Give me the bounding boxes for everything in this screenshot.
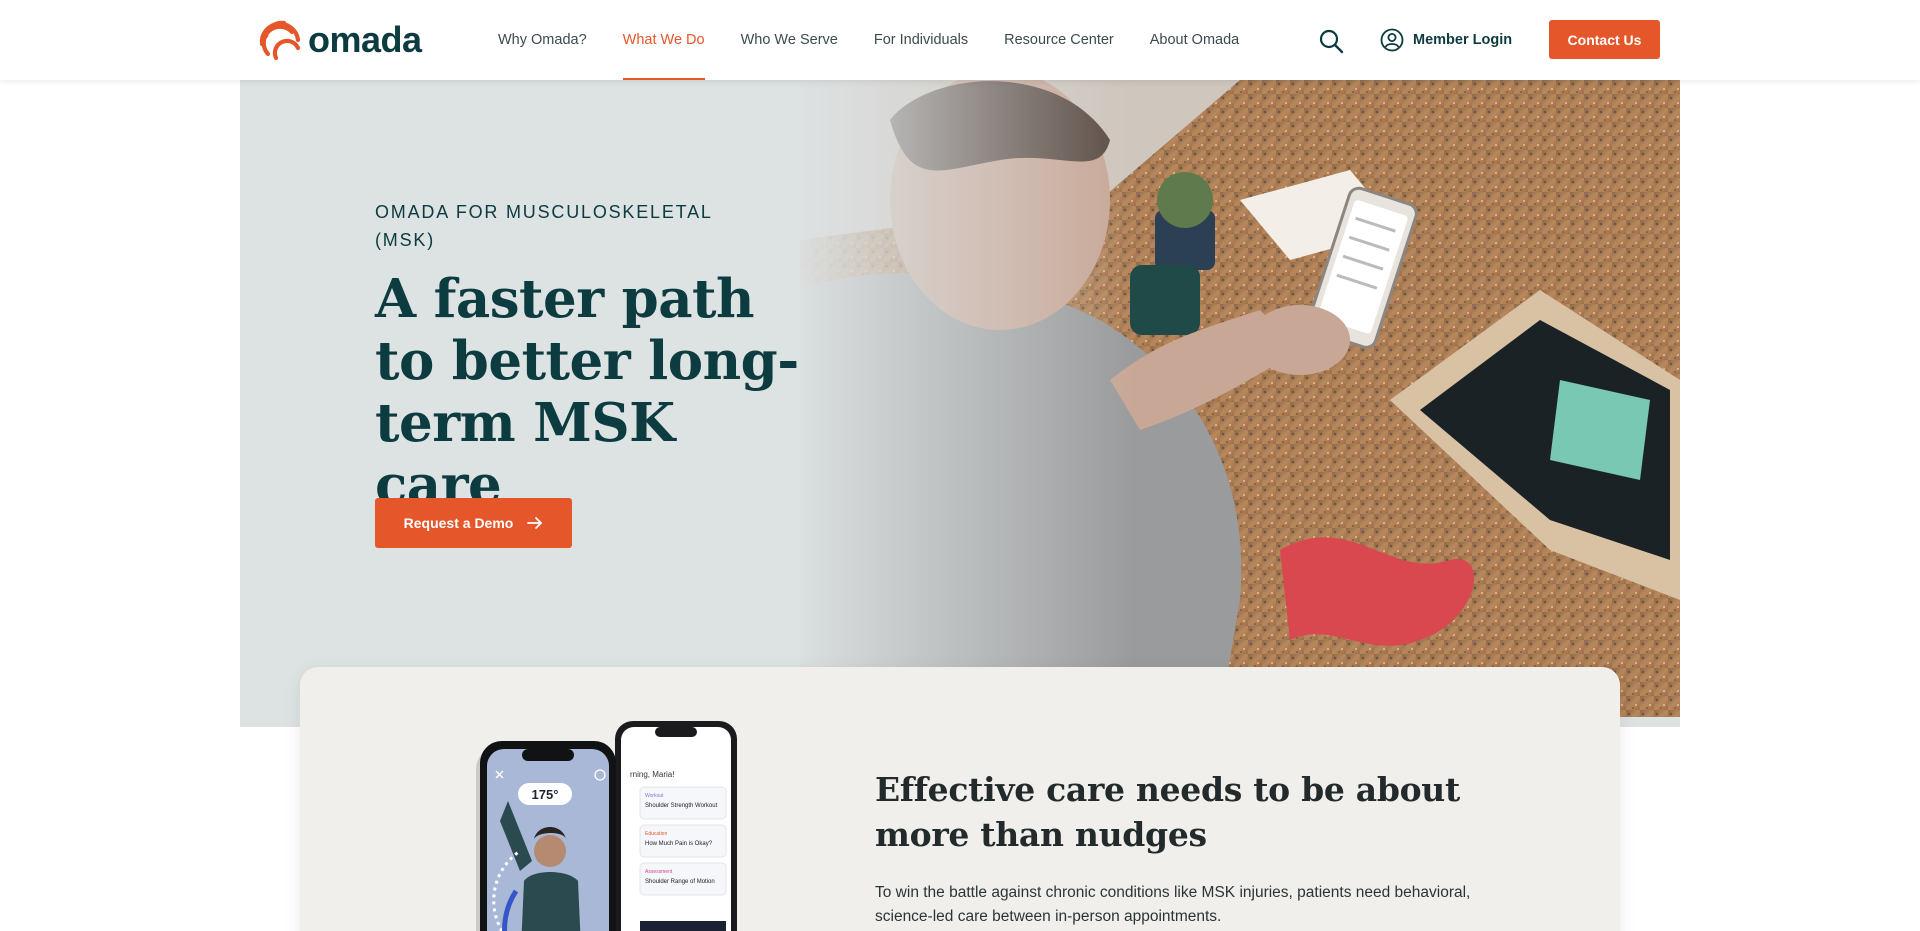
feature-body: To win the battle against chronic condit… (875, 884, 1471, 925)
phone-item-tag: Education (645, 831, 667, 837)
request-demo-button[interactable]: Request a Demo (375, 498, 572, 548)
feature-title: Effective care needs to be about more th… (875, 770, 1460, 854)
nav-item-for-individuals[interactable]: For Individuals (874, 0, 968, 80)
main-nav: Why Omada? What We Do Who We Serve For I… (498, 0, 1275, 80)
phone-angle-readout: 175° (532, 787, 559, 802)
contact-us-button[interactable]: Contact Us (1549, 20, 1660, 59)
hero-eyebrow: OMADA FOR MUSCULOSKELETAL (MSK) (375, 202, 713, 250)
phone-greeting: rning, Maria! (630, 770, 674, 779)
nav-item-about-omada[interactable]: About Omada (1150, 0, 1239, 80)
feature-card: rning, Maria! Workout Shoulder Strength … (300, 667, 1620, 931)
user-circle-icon (1380, 28, 1404, 52)
request-demo-label: Request a Demo (403, 515, 514, 531)
nav-item-who-we-serve[interactable]: Who We Serve (741, 0, 838, 80)
nav-item-why-omada[interactable]: Why Omada? (498, 0, 587, 80)
app-phones-illustration: rning, Maria! Workout Shoulder Strength … (476, 721, 737, 931)
phone-item-tag: Workout (645, 793, 664, 799)
hero-title: A faster path to better long-term MSK ca… (375, 268, 799, 516)
phone-item-title: Shoulder Range of Motion (645, 879, 715, 885)
nav-item-resource-center[interactable]: Resource Center (1004, 0, 1114, 80)
arrow-right-icon (527, 517, 543, 529)
phone-item-title: How Much Pain is Okay? (645, 841, 713, 847)
nav-item-what-we-do[interactable]: What We Do (622, 0, 705, 80)
logo-wordmark: omada (308, 19, 422, 60)
phone-item-tag: Assessment (645, 869, 673, 875)
hero-section: OMADA FOR MUSCULOSKELETAL (MSK) A faster… (240, 80, 1680, 727)
site-header: omada Why Omada? What We Do Who We Serve… (0, 0, 1920, 80)
omada-logo-mark-icon (259, 20, 301, 61)
phone-item-title: Shoulder Strength Workout (645, 803, 718, 809)
omada-logo[interactable]: omada (258, 18, 422, 62)
member-login-link[interactable]: Member Login (1380, 26, 1512, 54)
search-icon[interactable] (1318, 28, 1344, 54)
member-login-label: Member Login (1413, 32, 1513, 48)
